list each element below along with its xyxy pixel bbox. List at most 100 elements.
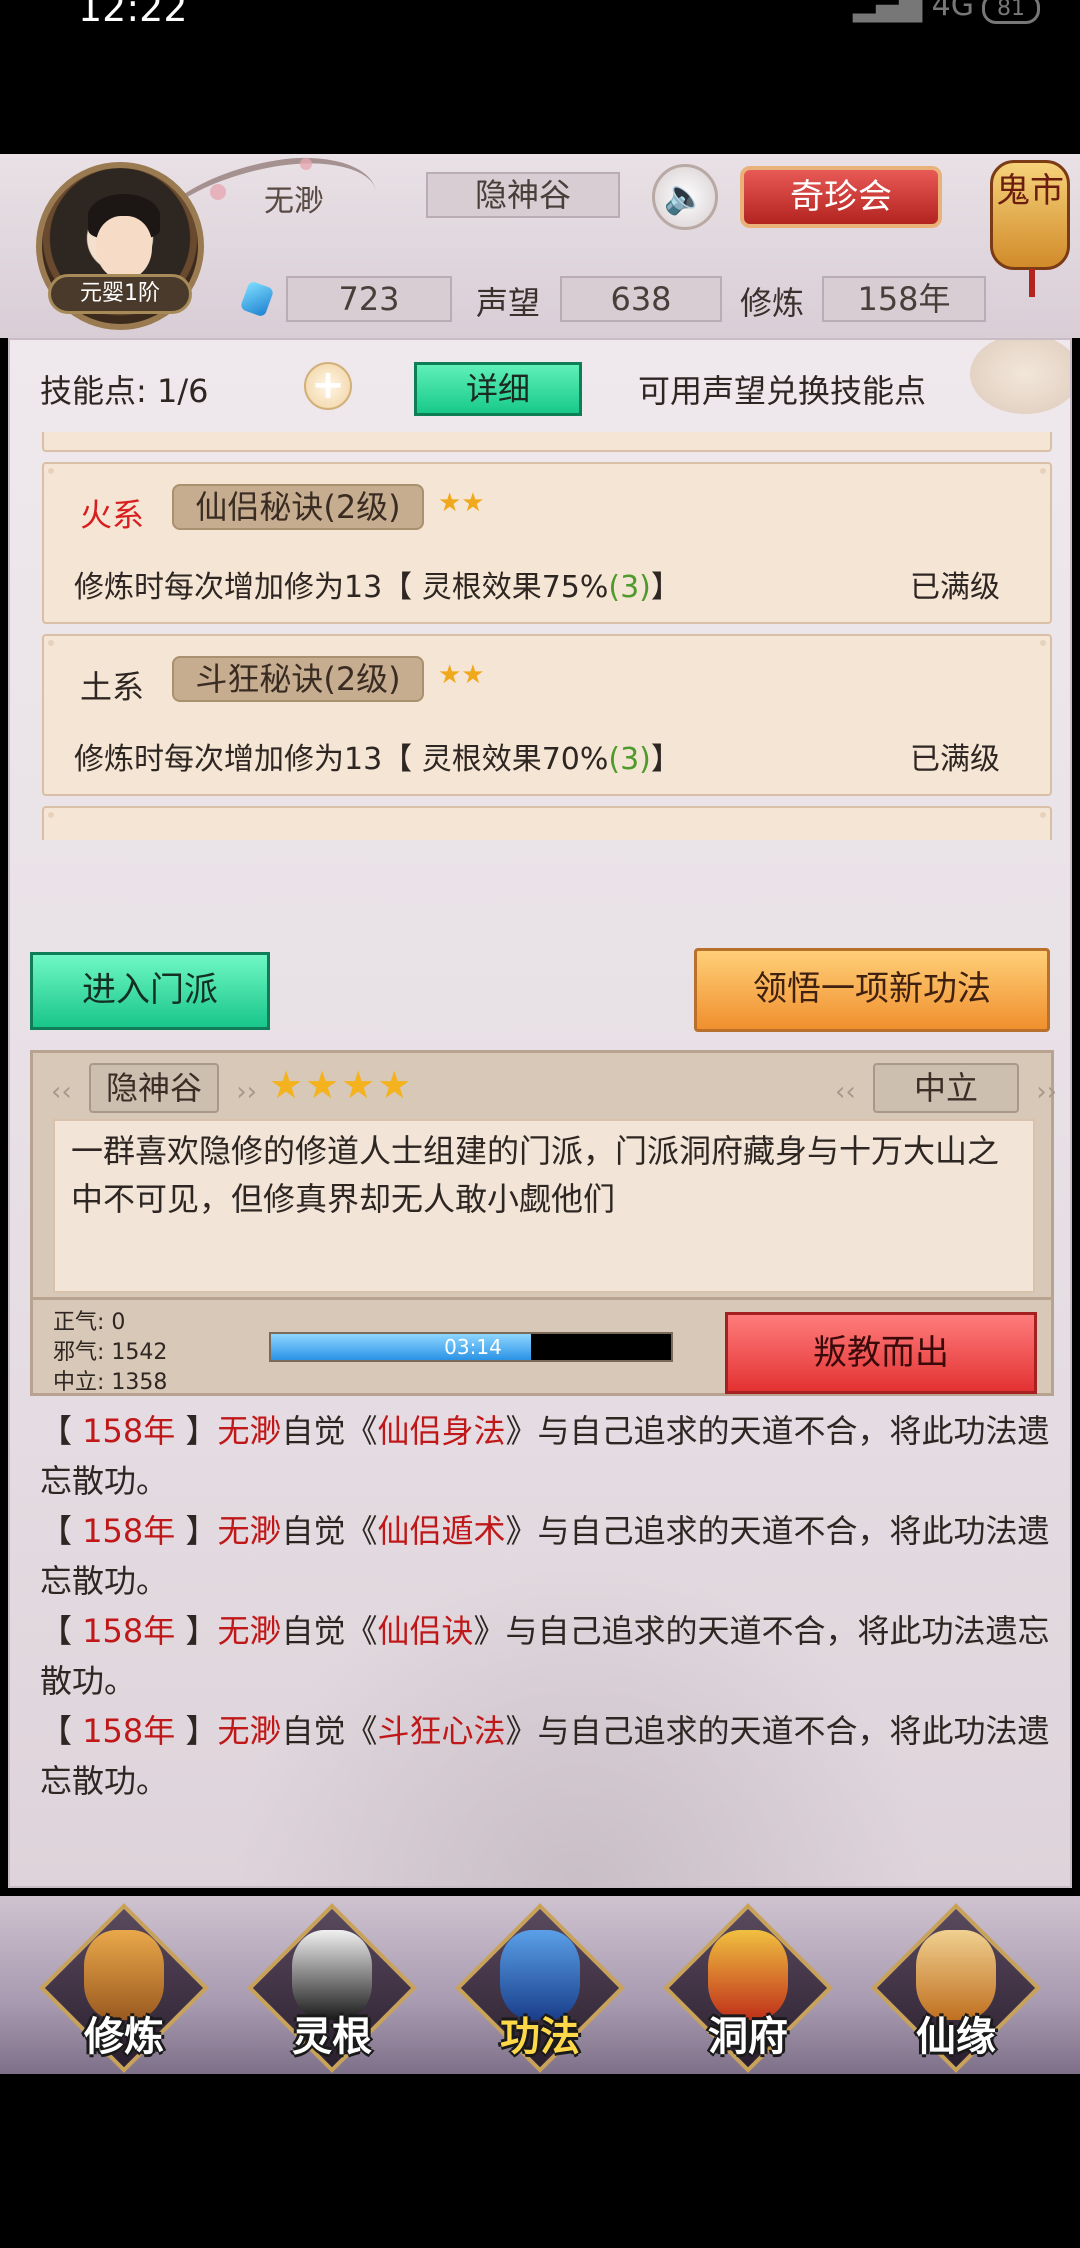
ghost-market-lantern-button[interactable]: 鬼市 <box>990 160 1070 297</box>
skill-status: 已满级 <box>910 742 1000 777</box>
log-year: 158年 <box>82 1512 176 1550</box>
avatar-face <box>96 216 152 280</box>
log-bracket: 【 <box>40 1712 83 1750</box>
log-bracket: 】 <box>175 1412 218 1450</box>
skill-desc-text: 修炼时每次增加修为13【 灵根效果75% <box>74 570 609 605</box>
log-year: 158年 <box>82 1412 176 1450</box>
skills-panel: 技能点: 1/6 + 详细 可用声望兑换技能点 火系 仙侣秘诀(2级) ★★ 修… <box>8 338 1072 1888</box>
skill-desc-text: 修炼时每次增加修为13【 灵根效果70% <box>74 742 609 777</box>
betray-sect-button[interactable]: 叛教而出 <box>725 1312 1037 1394</box>
righteous-stat: 正气: 0 <box>53 1310 126 1335</box>
player-name: 无渺 <box>264 184 324 219</box>
skill-list[interactable]: 火系 仙侣秘诀(2级) ★★ 修炼时每次增加修为13【 灵根效果75%(3)】 … <box>30 432 1054 840</box>
skill-name: 斗狂秘诀(2级) <box>172 656 424 702</box>
log-text: 自觉《 <box>281 1612 378 1650</box>
sect-name-box: 隐神谷 <box>426 172 620 218</box>
log-name: 无渺 <box>217 1512 282 1550</box>
treasure-shop-button[interactable]: 奇珍会 <box>740 166 942 228</box>
log-book: 仙侣身法 <box>377 1412 506 1450</box>
sect-info-panel: 隐神谷 ★★★★ 中立 一群喜欢隐修的修道人士组建的门派，门派洞府藏身与十万大山… <box>30 1050 1057 1300</box>
log-name: 无渺 <box>217 1712 282 1750</box>
timer-text: 03:14 <box>444 1335 502 1359</box>
log-bracket: 【 <box>40 1612 83 1650</box>
skill-desc-level: (3) <box>608 570 651 605</box>
log-text: 自觉《 <box>281 1712 378 1750</box>
sect-description: 一群喜欢隐修的修道人士组建的门派，门派洞府藏身与十万大山之中不可见，但修真界却无… <box>53 1119 1035 1293</box>
practice-value: 158年 <box>822 276 986 322</box>
sect-stats: 正气: 0 邪气: 1542 中立: 1358 03:14 叛教而出 <box>30 1300 1054 1396</box>
evil-stat: 邪气: 1542 <box>53 1340 168 1365</box>
log-entry: 【 158年 】无渺自觉《仙侣身法》与自己追求的天道不合，将此功法遗忘散功。 <box>40 1406 1050 1506</box>
log-year: 158年 <box>82 1612 176 1650</box>
log-book: 仙侣诀 <box>377 1612 474 1650</box>
nav-label: 修炼 <box>84 2014 164 2060</box>
log-book: 仙侣遁术 <box>377 1512 506 1550</box>
reputation-value: 638 <box>560 276 722 322</box>
log-entry: 【 158年 】无渺自觉《斗狂心法》与自己追求的天道不合，将此功法遗忘散功。 <box>40 1706 1050 1806</box>
skill-desc-level: (3) <box>608 742 651 777</box>
skill-card[interactable]: 土系 斗狂秘诀(2级) ★★ 修炼时每次增加修为13【 灵根效果70%(3)】 … <box>42 634 1052 796</box>
comprehend-skill-button[interactable]: 领悟一项新功法 <box>694 948 1050 1032</box>
log-year: 158年 <box>82 1712 176 1750</box>
nav-label: 功法 <box>500 2014 580 2060</box>
add-skill-point-button[interactable]: + <box>304 362 352 410</box>
speaker-icon[interactable]: 🔈 <box>652 164 718 230</box>
rank-badge: 元婴1阶 <box>48 274 192 314</box>
log-entry: 【 158年 】无渺自觉《仙侣诀》与自己追求的天道不合，将此功法遗忘散功。 <box>40 1606 1050 1706</box>
reputation-label: 声望 <box>476 284 541 322</box>
log-name: 无渺 <box>217 1412 282 1450</box>
timer-progress-bar: 03:14 <box>269 1332 673 1362</box>
sect-rating-stars: ★★★★ <box>269 1063 414 1107</box>
skill-stars: ★★ <box>438 488 485 518</box>
detail-button[interactable]: 详细 <box>414 362 582 416</box>
battery-icon: 81 <box>982 0 1040 24</box>
enter-sect-button[interactable]: 进入门派 <box>30 952 270 1030</box>
bottom-nav: 修炼 灵根 功法 洞府 仙缘 <box>0 1896 1080 2074</box>
blossom-decoration <box>210 184 226 200</box>
nav-item[interactable]: 功法 <box>455 1903 625 2073</box>
skill-name: 仙侣秘诀(2级) <box>172 484 424 530</box>
log-book: 斗狂心法 <box>377 1712 506 1750</box>
skill-card-partial <box>42 432 1052 452</box>
log-bracket: 【 <box>40 1512 83 1550</box>
gem-count: 723 <box>286 276 452 322</box>
neutral-stat: 中立: 1358 <box>53 1370 168 1395</box>
skill-desc-end: 】 <box>650 570 681 605</box>
log-text: 自觉《 <box>281 1412 378 1450</box>
status-bar: 12:22 ▂▄▆ 4G 81 <box>0 0 1080 154</box>
skill-card[interactable]: 火系 仙侣秘诀(2级) ★★ 修炼时每次增加修为13【 灵根效果75%(3)】 … <box>42 462 1052 624</box>
nav-item[interactable]: 洞府 <box>663 1903 833 2073</box>
skill-card-partial <box>42 806 1052 840</box>
log-entry: 【 158年 】无渺自觉《仙侣遁术》与自己追求的天道不合，将此功法遗忘散功。 <box>40 1506 1050 1606</box>
ghost-market-label: 鬼市 <box>996 171 1064 211</box>
nav-label: 灵根 <box>292 2014 372 2060</box>
network-type: 4G <box>931 0 974 23</box>
practice-label: 修炼 <box>740 284 805 322</box>
log-bracket: 】 <box>175 1612 218 1650</box>
log-name: 无渺 <box>217 1612 282 1650</box>
nav-item[interactable]: 修炼 <box>39 1903 209 2073</box>
skill-element: 火系 <box>80 496 145 534</box>
cloud-decoration <box>970 340 1070 414</box>
skill-description: 修炼时每次增加修为13【 灵根效果75%(3)】 <box>74 562 681 606</box>
nav-label: 洞府 <box>708 2014 788 2060</box>
sect-name-tag: 隐神谷 <box>51 1063 257 1115</box>
nav-item[interactable]: 灵根 <box>247 1903 417 2073</box>
clock: 12:22 <box>78 0 188 30</box>
system-nav-area <box>0 2074 1080 2248</box>
skill-points: 技能点: 1/6 <box>40 372 209 410</box>
skill-desc-end: 】 <box>650 742 681 777</box>
sect-alignment-tag: 中立 <box>835 1063 1057 1115</box>
skill-stars: ★★ <box>438 660 485 690</box>
exchange-hint: 可用声望兑换技能点 <box>638 372 927 410</box>
event-log: 【 158年 】无渺自觉《仙侣身法》与自己追求的天道不合，将此功法遗忘散功。【 … <box>40 1406 1050 1806</box>
log-bracket: 【 <box>40 1412 83 1450</box>
log-bracket: 】 <box>175 1512 218 1550</box>
skill-status: 已满级 <box>910 570 1000 605</box>
lantern-tassel <box>1029 269 1035 297</box>
log-text: 自觉《 <box>281 1512 378 1550</box>
nav-label: 仙缘 <box>916 2014 996 2060</box>
signal-indicator: ▂▄▆ 4G 81 <box>853 0 1040 24</box>
nav-item[interactable]: 仙缘 <box>871 1903 1041 2073</box>
log-bracket: 】 <box>175 1712 218 1750</box>
